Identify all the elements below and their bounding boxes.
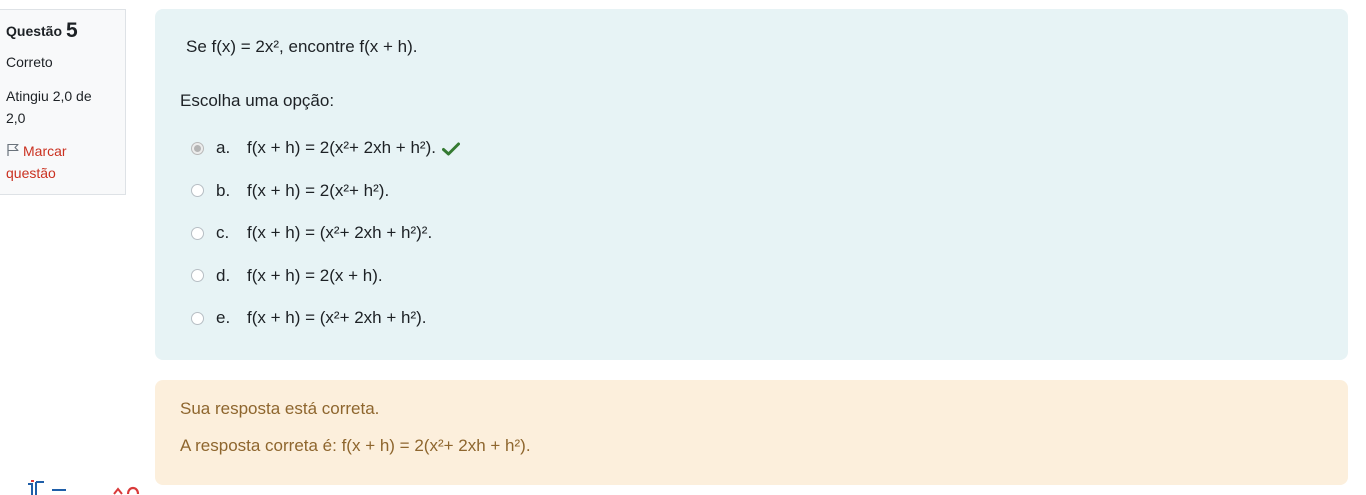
option-text: f(x + h) = (x²+ 2xh + h²)². <box>247 223 433 243</box>
question-text: Se f(x) = 2x², encontre f(x + h). <box>186 37 418 56</box>
answer-options: a. f(x + h) = 2(x²+ 2xh + h²). b. f(x + … <box>191 127 460 340</box>
option-letter: e. <box>216 308 231 328</box>
checkmark-icon <box>441 141 460 156</box>
option-letter: c. <box>216 223 230 243</box>
answer-option-d[interactable]: d. f(x + h) = 2(x + h). <box>191 255 460 298</box>
radio-button-b[interactable] <box>191 184 204 198</box>
answer-option-c[interactable]: c. f(x + h) = (x²+ 2xh + h²)². <box>191 212 460 255</box>
feedback-text: Sua resposta está correta. <box>180 399 380 418</box>
answer-option-b[interactable]: b. f(x + h) = 2(x²+ h²). <box>191 170 460 213</box>
option-text: f(x + h) = 2(x²+ h²). <box>247 180 390 200</box>
question-state: Correto <box>6 54 53 70</box>
flag-icon <box>6 141 20 156</box>
answer-option-e[interactable]: e. f(x + h) = (x²+ 2xh + h²). <box>191 297 460 340</box>
answer-prompt: Escolha uma opção: <box>180 91 335 110</box>
option-text: f(x + h) = 2(x²+ 2xh + h²). <box>247 138 436 158</box>
question-outcome: Sua resposta está correta. A resposta co… <box>155 380 1348 485</box>
option-letter: a. <box>216 138 231 158</box>
radio-button-d[interactable] <box>191 269 204 283</box>
radio-button-c[interactable] <box>191 226 204 240</box>
option-letter: d. <box>216 265 231 285</box>
question-grade: Atingiu 2,0 de 2,0 <box>6 88 92 126</box>
question-label: Questão <box>6 23 63 39</box>
question-info-panel: Questão 5 Correto Atingiu 2,0 de 2,0 Marc… <box>0 9 126 195</box>
answer-option-a[interactable]: a. f(x + h) = 2(x²+ 2xh + h²). <box>191 127 460 170</box>
right-answer-text: A resposta correta é: f(x + h) = 2(x²+ 2… <box>180 436 531 455</box>
radio-button-a[interactable] <box>191 141 204 155</box>
radio-button-e[interactable] <box>191 311 204 325</box>
flag-question-link[interactable]: Marcar questão <box>6 140 106 184</box>
question-number: 5 <box>66 19 78 42</box>
site-logo <box>22 480 152 495</box>
option-text: f(x + h) = 2(x + h). <box>247 265 383 285</box>
option-letter: b. <box>216 180 231 200</box>
question-number-heading: Questão 5 <box>6 20 125 41</box>
question-formulation: Se f(x) = 2x², encontre f(x + h). Escolh… <box>155 9 1348 360</box>
option-text: f(x + h) = (x²+ 2xh + h²). <box>247 308 427 328</box>
